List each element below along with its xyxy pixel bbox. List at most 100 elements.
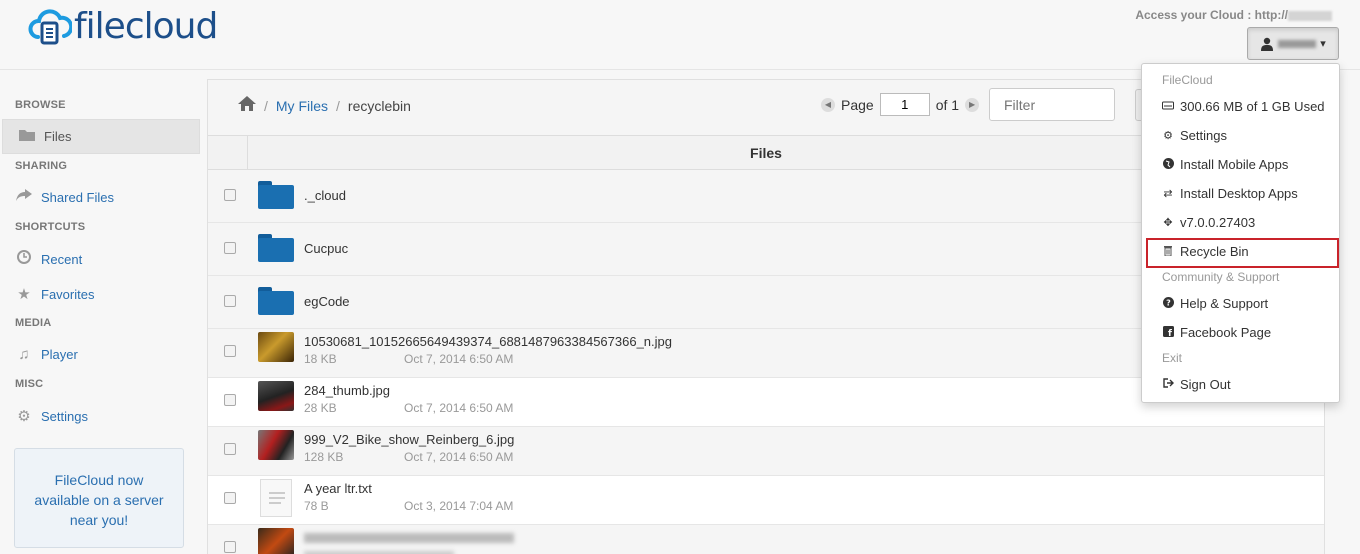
row-checkbox[interactable] <box>224 541 236 553</box>
svg-text:?: ? <box>1166 298 1171 307</box>
sidebar: BROWSE Files SHARING Shared Files SHORTC… <box>0 71 206 554</box>
image-thumbnail <box>258 528 294 554</box>
folder-icon <box>258 234 294 262</box>
menu-item-label: Facebook Page <box>1180 325 1272 340</box>
sidebar-item-label: Favorites <box>41 286 95 302</box>
page-label: Page <box>841 96 874 113</box>
facebook-icon: f <box>1162 325 1174 340</box>
menu-item-label: Help & Support <box>1180 296 1269 311</box>
section-sharing: SHARING <box>15 160 68 172</box>
menu-item-facebook-page[interactable]: f Facebook Page <box>1162 325 1271 340</box>
top-header: filecloud Access your Cloud : http:// ▾ <box>0 0 1360 70</box>
image-thumbnail <box>258 430 294 460</box>
sidebar-item-favorites[interactable]: ★ Favorites <box>15 285 94 303</box>
retweet-icon: ⇄ <box>1163 188 1173 200</box>
move-arrows-icon: ✥ <box>1163 217 1173 229</box>
next-page-icon[interactable]: ▶ <box>965 97 980 112</box>
user-menu-button[interactable]: ▾ <box>1247 27 1339 60</box>
menu-header-community: Community & Support <box>1162 270 1280 284</box>
breadcrumb: / My Files / recyclebin <box>238 96 411 116</box>
row-checkbox[interactable] <box>224 295 236 307</box>
file-name[interactable]: A year ltr.txt <box>304 481 372 496</box>
folder-icon <box>18 128 36 145</box>
sidebar-item-recent[interactable]: Recent <box>15 250 82 268</box>
file-name[interactable]: 284_thumb.jpg <box>304 383 390 398</box>
server-promo-box[interactable]: FileCloud now available on a server near… <box>14 448 184 548</box>
redacted-file-name <box>304 533 514 543</box>
svg-text:f: f <box>1168 329 1172 337</box>
file-size: 18 KB <box>304 352 337 366</box>
menu-item-label: Settings <box>1180 128 1227 143</box>
access-url: Access your Cloud : http:// <box>1135 8 1332 22</box>
menu-item-label: Install Mobile Apps <box>1180 157 1289 172</box>
row-checkbox[interactable] <box>224 492 236 504</box>
row-checkbox[interactable] <box>224 345 236 357</box>
file-name[interactable]: 10530681_10152665649439374_6881487963384… <box>304 334 672 349</box>
menu-item-recycle-bin[interactable]: Recycle Bin <box>1162 244 1249 259</box>
folder-icon <box>258 181 294 209</box>
pagination: ◀ Page of 1 ▶ <box>821 93 980 116</box>
row-checkbox[interactable] <box>224 242 236 254</box>
menu-item-label: Recycle Bin <box>1180 244 1249 259</box>
filecloud-logo[interactable]: filecloud <box>28 6 218 47</box>
menu-item-sign-out[interactable]: Sign Out <box>1162 377 1231 392</box>
folder-icon <box>258 287 294 315</box>
gears-icon: ⚙ <box>17 408 31 425</box>
menu-item-settings[interactable]: ⚙ Settings <box>1162 128 1227 143</box>
filter-input[interactable] <box>989 88 1115 121</box>
music-note-icon: ♫ <box>18 346 30 363</box>
promo-line: available on a server <box>34 492 164 508</box>
table-row[interactable]: 999_V2_Bike_show_Reinberg_6.jpg 128 KB O… <box>208 427 1324 476</box>
file-size: 28 KB <box>304 401 337 415</box>
breadcrumb-separator: / <box>264 98 268 114</box>
sidebar-item-label: Shared Files <box>41 190 114 205</box>
file-date: Oct 7, 2014 6:50 AM <box>404 450 514 464</box>
home-icon[interactable] <box>238 96 256 116</box>
file-size: 128 KB <box>304 450 344 464</box>
question-circle-icon: ? <box>1162 296 1174 311</box>
file-date: Oct 7, 2014 6:50 AM <box>404 401 514 415</box>
menu-item-install-desktop-apps[interactable]: ⇄ Install Desktop Apps <box>1162 186 1297 201</box>
hdd-icon <box>1162 100 1174 113</box>
menu-header-exit: Exit <box>1162 351 1183 365</box>
file-name[interactable]: egCode <box>304 294 350 309</box>
promo-line: FileCloud now <box>54 472 144 488</box>
sidebar-item-shared-files[interactable]: Shared Files <box>15 189 114 206</box>
menu-item-install-mobile-apps[interactable]: Install Mobile Apps <box>1162 157 1288 172</box>
trash-icon <box>1162 245 1174 259</box>
file-name[interactable]: ._cloud <box>304 188 346 203</box>
user-icon <box>1261 37 1274 51</box>
menu-item-storage[interactable]: 300.66 MB of 1 GB Used <box>1162 99 1325 114</box>
file-size: 78 B <box>304 499 329 513</box>
sidebar-item-label: Recent <box>41 251 83 267</box>
sidebar-item-files[interactable]: Files <box>2 119 200 154</box>
table-row[interactable]: A year ltr.txt 78 B Oct 3, 2014 7:04 AM <box>208 476 1324 525</box>
image-thumbnail <box>258 381 294 411</box>
file-name[interactable]: Cucpuc <box>304 241 348 256</box>
row-checkbox[interactable] <box>224 394 236 406</box>
menu-item-help-support[interactable]: ? Help & Support <box>1162 296 1268 311</box>
image-thumbnail <box>258 332 294 362</box>
clock-icon <box>15 250 33 268</box>
file-name[interactable]: 999_V2_Bike_show_Reinberg_6.jpg <box>304 432 514 447</box>
menu-item-version[interactable]: ✥ v7.0.0.27403 <box>1162 215 1255 230</box>
logo-text: filecloud <box>74 6 218 47</box>
menu-item-label: Sign Out <box>1180 377 1231 392</box>
row-checkbox[interactable] <box>224 189 236 201</box>
globe-icon <box>1162 157 1174 172</box>
sidebar-item-settings[interactable]: ⚙ Settings <box>15 407 88 425</box>
prev-page-icon[interactable]: ◀ <box>821 97 835 112</box>
page-number-input[interactable] <box>879 93 930 116</box>
menu-item-label: v7.0.0.27403 <box>1180 215 1256 230</box>
table-row[interactable] <box>208 525 1324 554</box>
cloud-logo-icon <box>28 8 72 44</box>
sidebar-item-player[interactable]: ♫ Player <box>15 346 77 363</box>
sidebar-item-label: Settings <box>41 408 88 424</box>
sidebar-item-label: Files <box>44 129 72 144</box>
file-date: Oct 3, 2014 7:04 AM <box>404 499 514 513</box>
menu-item-label: 300.66 MB of 1 GB Used <box>1180 99 1325 114</box>
row-checkbox[interactable] <box>224 443 236 455</box>
breadcrumb-my-files[interactable]: My Files <box>276 98 328 114</box>
section-media: MEDIA <box>15 317 52 329</box>
sign-out-icon <box>1162 378 1174 391</box>
